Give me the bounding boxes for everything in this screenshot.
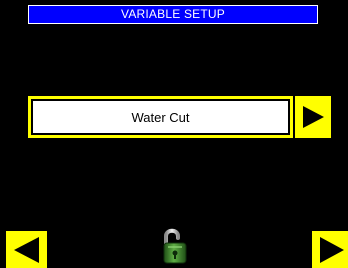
previous-screen-button[interactable]: [6, 231, 47, 268]
variable-value: Water Cut: [31, 99, 290, 135]
variable-select-field[interactable]: Water Cut: [28, 96, 293, 138]
unlocked-padlock-icon: [163, 228, 187, 264]
next-screen-button[interactable]: [312, 231, 348, 268]
next-variable-button[interactable]: [295, 96, 331, 138]
lock-button[interactable]: [162, 226, 188, 264]
page-title: VARIABLE SETUP: [28, 5, 318, 24]
triangle-right-icon: [303, 106, 324, 128]
triangle-right-icon: [320, 237, 344, 263]
triangle-left-icon: [14, 237, 39, 263]
